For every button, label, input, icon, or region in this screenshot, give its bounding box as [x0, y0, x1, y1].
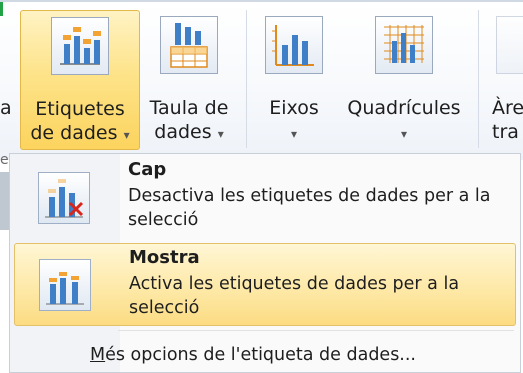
menu-item-show-title: Mostra	[129, 247, 200, 268]
group-separator	[246, 10, 247, 148]
data-table-button[interactable]: Taula de dades ▾	[142, 10, 236, 150]
ribbon: a Etiquetes de dades ▾ Taula de dades ▾ …	[0, 0, 523, 168]
data-labels-dropdown: Cap Desactiva les etiquetes de dades per…	[9, 153, 521, 373]
menu-item-none-title: Cap	[128, 159, 167, 180]
data-table-icon	[160, 16, 218, 74]
axes-button[interactable]: Eixos ▾	[260, 10, 328, 150]
data-table-label-2: dades	[154, 121, 212, 143]
data-labels-label-1: Etiquetes	[35, 98, 125, 120]
plot-area-icon	[496, 16, 523, 74]
menu-separator	[118, 330, 514, 331]
axes-icon	[265, 16, 323, 74]
menu-item-show-desc: Activa les etiquetes de dades per a la s…	[129, 274, 460, 318]
gridlines-icon	[375, 16, 433, 74]
data-labels-none-icon	[38, 172, 90, 224]
data-labels-button[interactable]: Etiquetes de dades ▾	[20, 10, 140, 150]
chevron-down-icon: ▾	[217, 127, 224, 141]
accelerator-key: M	[90, 345, 106, 365]
more-data-label-options[interactable]: Més opcions de l'etiqueta de dades...	[90, 343, 416, 367]
plot-area-button[interactable]: Àre tra	[488, 10, 523, 150]
cutoff-label: a	[0, 97, 12, 119]
chevron-down-icon: ▾	[290, 127, 298, 141]
data-labels-label-2: de dades	[30, 122, 118, 144]
menu-item-none[interactable]: Cap Desactiva les etiquetes de dades per…	[14, 158, 516, 240]
group-separator	[478, 10, 479, 148]
data-labels-icon	[51, 17, 109, 75]
menu-item-none-desc: Desactiva les etiquetes de dades per a l…	[128, 186, 491, 230]
ribbon-accent-edge	[0, 2, 3, 16]
more-options-text: és opcions de l'etiqueta de dades...	[105, 345, 416, 365]
chevron-down-icon: ▾	[400, 127, 408, 141]
chevron-down-icon: ▾	[123, 128, 130, 142]
data-labels-show-icon	[39, 259, 91, 311]
background-strip	[0, 172, 9, 230]
gridlines-label: Quadrícules	[347, 97, 461, 119]
plot-area-label-1: Àre	[492, 97, 523, 119]
data-table-label-1: Taula de	[149, 97, 229, 119]
gridlines-button[interactable]: Quadrícules ▾	[338, 10, 470, 150]
plot-area-label-2: tra	[492, 121, 519, 143]
menu-item-show[interactable]: Mostra Activa les etiquetes de dades per…	[14, 243, 516, 326]
axes-label: Eixos	[269, 97, 319, 119]
